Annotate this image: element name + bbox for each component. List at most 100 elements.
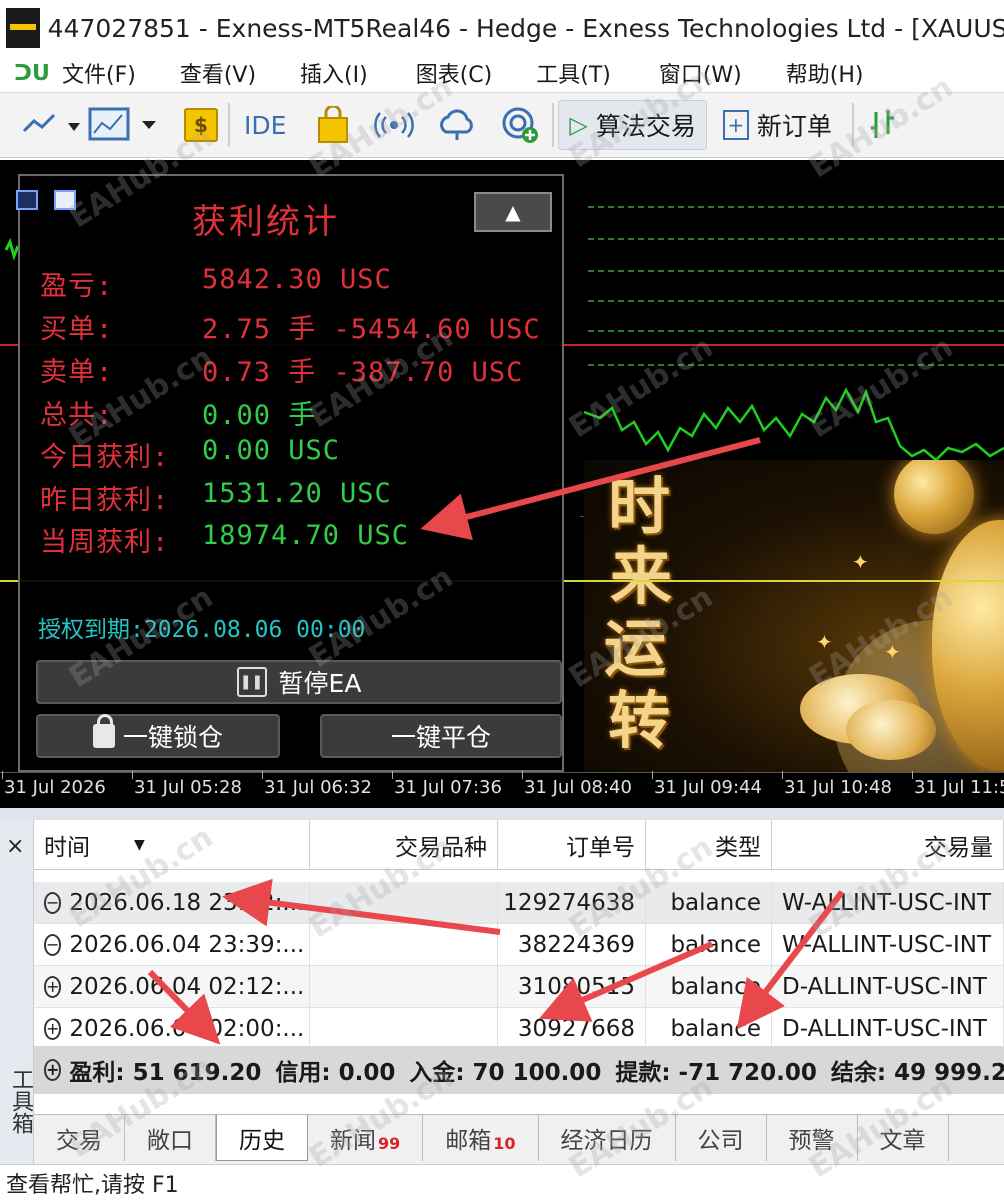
menu-view[interactable]: 查看(V) (180, 57, 256, 89)
cell-order: 38224369 (498, 924, 646, 966)
price-chart[interactable]: ✦ ✦ ✦ 时 来 运 转 获利统计 ▲ 盈亏: 5842.30 USC 买单:… (0, 160, 1004, 772)
dollar-icon[interactable]: $ (184, 100, 218, 150)
cell-symbol (310, 966, 498, 1008)
table-row[interactable]: +2026.06.04 02:12:... 31080515 balance D… (34, 966, 1004, 1008)
panel-window-icon[interactable] (54, 190, 76, 210)
toolbar: $ IDE ▷ 算法交易 + 新订单 (0, 92, 1004, 158)
tab-mailbox[interactable]: 邮箱 10 (423, 1115, 539, 1161)
tab-label: 文章 (879, 1128, 926, 1154)
column-header-volume[interactable]: 交易量 (772, 820, 1004, 870)
tab-alerts[interactable]: 预警 (767, 1115, 858, 1161)
tab-trade[interactable]: 交易 (34, 1115, 125, 1161)
close-icon[interactable]: × (6, 834, 24, 859)
panel-list-icon[interactable] (16, 190, 38, 210)
algo-trading-label: 算法交易 (595, 112, 696, 141)
toolbar-separator (552, 103, 555, 147)
new-order-label: 新订单 (756, 112, 832, 141)
tab-news[interactable]: 新闻 99 (308, 1115, 424, 1161)
lock-positions-button[interactable]: 一键锁仓 (36, 714, 280, 758)
expand-icon[interactable]: + (44, 976, 62, 998)
cloud-icon[interactable] (436, 100, 478, 150)
line-chart-icon[interactable] (22, 100, 80, 150)
time-tick: 31 Jul 09:44 (652, 771, 762, 798)
gold-coin-icon (894, 460, 974, 534)
cell-symbol (310, 882, 498, 924)
news-count-badge: 99 (378, 1134, 401, 1153)
tab-articles[interactable]: 文章 (858, 1115, 949, 1161)
ea-stats-panel: 获利统计 ▲ 盈亏: 5842.30 USC 买单: 2.75 手 -5454.… (16, 174, 564, 772)
time-tick: 31 Jul 08:40 (522, 771, 632, 798)
vps-icon[interactable] (500, 100, 540, 150)
depth-of-market-icon[interactable] (868, 100, 898, 150)
status-bar: 查看帮忙,请按 F1 (0, 1164, 1004, 1200)
column-header-order[interactable]: 订单号 (498, 820, 646, 870)
column-header-type[interactable]: 类型 (646, 820, 772, 870)
cell-type: balance (646, 1008, 772, 1050)
cell-time: 2026.06.04 02:00:... (69, 1016, 305, 1042)
time-tick: 31 Jul 11:5 (912, 771, 1004, 798)
history-summary-row: + 盈利: 51 619.20 信用: 0.00 入金: 70 100.00 提… (34, 1046, 1004, 1094)
algo-trading-button[interactable]: ▷ 算法交易 (558, 100, 707, 150)
stat-value: 0.73 手 -387.70 USC (202, 357, 524, 388)
ide-button[interactable]: IDE (244, 111, 286, 140)
table-row[interactable]: +2026.06.04 02:00:... 30927668 balance D… (34, 1008, 1004, 1050)
stat-row-sell: 卖单: 0.73 手 -387.70 USC (40, 350, 523, 389)
time-tick: 31 Jul 10:48 (782, 771, 892, 798)
pause-ea-button[interactable]: ❚❚ 暂停EA (36, 660, 562, 704)
expand-icon[interactable]: + (44, 1018, 62, 1040)
sparkle-icon: ✦ (852, 550, 869, 574)
signals-icon[interactable] (374, 100, 415, 150)
menu-tools[interactable]: 工具(T) (536, 57, 611, 89)
toolbox-panel: × 工具箱 时间 ▼ 交易品种 订单号 类型 交易量 −2026.06.18 2… (0, 808, 1004, 1164)
stat-row-yesterday: 昨日获利: 1531.20 USC (40, 478, 392, 517)
stat-value: 1531.20 USC (202, 478, 392, 509)
menu-help[interactable]: 帮助(H) (786, 57, 864, 89)
tab-label: 交易 (56, 1128, 102, 1154)
collapse-icon[interactable]: − (44, 892, 62, 914)
tab-history[interactable]: 历史 (216, 1115, 308, 1161)
toolbox-tabs: 交易 敞口 历史 新闻 99 邮箱 10 经济日历 公司 预警 文章 (34, 1114, 1004, 1164)
stat-label: 总共: (40, 400, 114, 431)
cell-symbol (310, 1008, 498, 1050)
chart-template-icon[interactable] (88, 100, 158, 150)
menu-file[interactable]: 文件(F) (62, 57, 136, 89)
stat-value: 0.00 USC (202, 435, 341, 466)
tab-calendar[interactable]: 经济日历 (539, 1115, 676, 1161)
table-row[interactable]: −2026.06.18 23:52:... 129274638 balance … (34, 882, 1004, 924)
license-expiry: 授权到期:2026.08.06 00:00 (38, 617, 366, 643)
tab-label: 预警 (788, 1128, 835, 1154)
mt5-app-icon (6, 8, 40, 48)
collapse-icon[interactable]: − (44, 934, 62, 956)
stat-row-today: 今日获利: 0.00 USC (40, 435, 340, 474)
menu-window[interactable]: 窗口(W) (659, 57, 742, 89)
promo-banner: ✦ ✦ ✦ 时 来 运 转 (584, 460, 1004, 772)
expand-icon[interactable]: + (44, 1059, 62, 1081)
stat-row-pnl: 盈亏: 5842.30 USC (40, 264, 392, 303)
menu-charts[interactable]: 图表(C) (416, 57, 493, 89)
market-bag-icon[interactable] (316, 100, 350, 150)
toolbox-sidebar: × 工具箱 (0, 820, 34, 1164)
stat-label: 今日获利: (40, 442, 170, 473)
tab-company[interactable]: 公司 (676, 1115, 767, 1161)
sparkle-icon: ✦ (884, 640, 901, 664)
stat-row-buy: 买单: 2.75 手 -5454.60 USC (40, 307, 541, 346)
cell-order: 129274638 (498, 882, 646, 924)
mt5-menu-icon[interactable]: ᑐᑌ (14, 61, 50, 86)
toolbar-separator (228, 103, 230, 147)
collapse-button[interactable]: ▲ (474, 192, 552, 232)
summary-profit: 盈利: 51 619.20 (69, 1060, 262, 1086)
column-header-symbol[interactable]: 交易品种 (310, 820, 498, 870)
cell-type: balance (646, 924, 772, 966)
close-all-button[interactable]: 一键平仓 (320, 714, 562, 758)
column-header-time[interactable]: 时间 ▼ (34, 820, 310, 870)
table-row[interactable]: −2026.06.04 23:39:... 38224369 balance W… (34, 924, 1004, 966)
menu-insert[interactable]: 插入(I) (300, 57, 368, 89)
cell-time: 2026.06.18 23:52:... (69, 890, 305, 916)
time-axis: 31 Jul 2026 31 Jul 05:28 31 Jul 06:32 31… (0, 771, 1004, 808)
stat-label: 当周获利: (40, 527, 170, 558)
mail-count-badge: 10 (493, 1134, 516, 1153)
tab-exposure[interactable]: 敞口 (125, 1115, 216, 1161)
new-order-button[interactable]: + 新订单 (713, 100, 842, 150)
cell-order: 31080515 (498, 966, 646, 1008)
ea-panel-title: 获利统计 (192, 202, 340, 242)
